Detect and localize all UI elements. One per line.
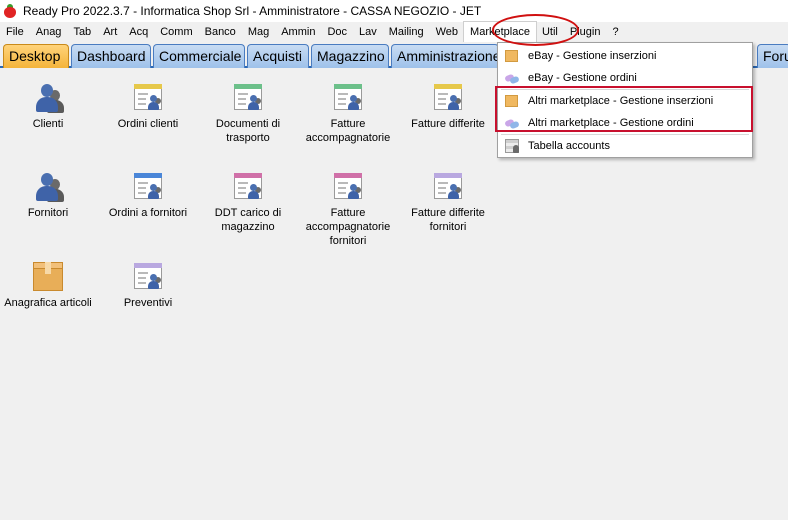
menu-util[interactable]: Util	[536, 22, 564, 42]
desktop-label: Ordini clienti	[117, 118, 179, 130]
tab-commerciale[interactable]: Commerciale	[153, 44, 245, 68]
menu-web[interactable]: Web	[430, 22, 464, 42]
menu-ebay-listings[interactable]: eBay - Gestione inserzioni	[499, 45, 751, 67]
desktop-anagrafica-articoli[interactable]: Anagrafica articoli	[0, 261, 96, 310]
desktop-label: DDT carico di magazzino	[214, 207, 282, 233]
desktop-ordini-fornitori[interactable]: Ordini a fornitori	[100, 171, 196, 220]
menu-other-marketplace-orders[interactable]: Altri marketplace - Gestione ordini	[499, 112, 751, 134]
desktop-fatture-accompagnatorie-fornitori[interactable]: Fatture accompagnatorie fornitori	[300, 171, 396, 248]
desktop-label: Preventivi	[123, 297, 173, 309]
tab-dashboard[interactable]: Dashboard	[71, 44, 151, 68]
quotes-icon	[132, 261, 164, 293]
desktop-label: Anagrafica articoli	[4, 297, 92, 309]
menu-ammin[interactable]: Ammin	[275, 22, 321, 42]
menu-banco[interactable]: Banco	[199, 22, 242, 42]
desktop-label: Fatture accompagnatorie fornitori	[305, 207, 391, 247]
supplier-deferred-invoices-icon	[432, 171, 464, 203]
desktop-fatture-differite[interactable]: Fatture differite	[400, 82, 496, 131]
strawberry-icon	[3, 4, 17, 18]
desktop-documenti-trasporto[interactable]: Documenti di trasporto	[200, 82, 296, 145]
menu-doc[interactable]: Doc	[321, 22, 353, 42]
desktop-label: Fornitori	[27, 207, 69, 219]
desktop-preventivi[interactable]: Preventivi	[100, 261, 196, 310]
desktop-fatture-differite-fornitori[interactable]: Fatture differite fornitori	[400, 171, 496, 234]
desktop-ordini-clienti[interactable]: Ordini clienti	[100, 82, 196, 131]
menu-anag[interactable]: Anag	[30, 22, 68, 42]
window-title: Ready Pro 2022.3.7 - Informatica Shop Sr…	[23, 4, 482, 18]
accounts-table-icon	[504, 138, 520, 154]
menu-tab[interactable]: Tab	[67, 22, 97, 42]
desktop-label: Documenti di trasporto	[215, 118, 281, 144]
desktop-clienti[interactable]: Clienti	[0, 82, 96, 131]
menu-comm[interactable]: Comm	[154, 22, 198, 42]
tab-desktop[interactable]: Desktop	[3, 44, 69, 68]
articles-box-icon	[32, 261, 64, 293]
menu-file[interactable]: File	[0, 22, 30, 42]
desktop-label: Fatture accompagnatorie	[305, 118, 391, 144]
menu-plugin[interactable]: Plugin	[564, 22, 607, 42]
menu-bar: File Anag Tab Art Acq Comm Banco Mag Amm…	[0, 21, 788, 43]
listings-icon	[504, 48, 520, 64]
menu-accounts-table[interactable]: Tabella accounts	[499, 135, 751, 157]
menu-item-label: Tabella accounts	[528, 140, 610, 152]
menu-item-label: Altri marketplace - Gestione ordini	[528, 117, 694, 129]
deferred-invoices-icon	[432, 82, 464, 114]
menu-acq[interactable]: Acq	[123, 22, 154, 42]
desktop-fatture-accompagnatorie[interactable]: Fatture accompagnatorie	[300, 82, 396, 145]
menu-other-marketplace-listings[interactable]: Altri marketplace - Gestione inserzioni	[499, 90, 751, 112]
desktop-label: Fatture differite fornitori	[411, 207, 485, 233]
orders-icon	[504, 115, 520, 131]
marketplace-dropdown: eBay - Gestione inserzioni eBay - Gestio…	[497, 42, 753, 158]
desktop-label: Ordini a fornitori	[108, 207, 188, 219]
transport-documents-icon	[232, 82, 264, 114]
menu-mailing[interactable]: Mailing	[383, 22, 430, 42]
desktop-label: Fatture differite	[411, 118, 485, 130]
menu-item-label: eBay - Gestione inserzioni	[528, 50, 657, 62]
menu-help[interactable]: ?	[606, 22, 624, 42]
desktop-ddt-carico-magazzino[interactable]: DDT carico di magazzino	[200, 171, 296, 234]
orders-icon	[504, 70, 520, 86]
accompanying-invoices-icon	[332, 82, 364, 114]
menu-marketplace[interactable]: Marketplace	[463, 21, 537, 43]
warehouse-ddt-icon	[232, 171, 264, 203]
menu-item-label: eBay - Gestione ordini	[528, 72, 637, 84]
tab-amministrazione[interactable]: Amministrazione	[391, 44, 499, 68]
suppliers-icon	[32, 171, 64, 203]
menu-lav[interactable]: Lav	[353, 22, 383, 42]
tab-magazzino[interactable]: Magazzino	[311, 44, 389, 68]
menu-ebay-orders[interactable]: eBay - Gestione ordini	[499, 67, 751, 89]
desktop-fornitori[interactable]: Fornitori	[0, 171, 96, 220]
title-bar: Ready Pro 2022.3.7 - Informatica Shop Sr…	[0, 0, 788, 22]
supplier-accompanying-invoices-icon	[332, 171, 364, 203]
tab-acquisti[interactable]: Acquisti	[247, 44, 309, 68]
menu-item-label: Altri marketplace - Gestione inserzioni	[528, 95, 714, 107]
customer-orders-icon	[132, 82, 164, 114]
customers-icon	[32, 82, 64, 114]
desktop-label: Clienti	[32, 118, 64, 130]
supplier-orders-icon	[132, 171, 164, 203]
tab-forum[interactable]: Foru	[757, 44, 788, 68]
menu-art[interactable]: Art	[97, 22, 123, 42]
listings-icon	[504, 93, 520, 109]
menu-mag[interactable]: Mag	[242, 22, 275, 42]
